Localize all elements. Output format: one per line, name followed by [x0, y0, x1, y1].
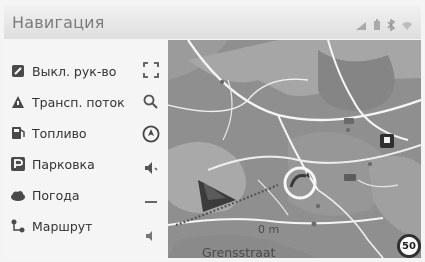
- sidebar-item-label: Трансп. поток: [32, 94, 125, 110]
- weather-icon: [10, 187, 26, 203]
- sidebar-item-traffic[interactable]: Трансп. поток: [10, 90, 125, 114]
- compass-icon[interactable]: [141, 124, 161, 144]
- sidebar-item-parking[interactable]: Парковка: [10, 152, 95, 176]
- sidebar-item-route[interactable]: Маршрут: [10, 214, 92, 238]
- speed-limit-sign: 50: [397, 234, 421, 258]
- battery-icon: [373, 16, 381, 35]
- sidebar-item-label: Выкл. рук-во: [32, 63, 117, 79]
- wifi-icon: [401, 16, 413, 35]
- header-bar: Навигация: [4, 5, 421, 39]
- search-icon[interactable]: [141, 92, 161, 112]
- sidebar-item-label: Погода: [32, 187, 80, 203]
- guidance-off-icon: [10, 63, 26, 79]
- sidebar-item-guidance-off[interactable]: Выкл. рук-во: [10, 59, 116, 83]
- route-icon: [10, 218, 26, 234]
- sidebar-item-weather[interactable]: Погода: [10, 183, 80, 207]
- more-icon[interactable]: [141, 192, 161, 212]
- map-view[interactable]: [168, 40, 421, 258]
- status-icons: [355, 16, 413, 35]
- navigation-screen: Навигация Выкл. рук-во Трансп. поток Топ…: [0, 0, 425, 262]
- sidebar-item-label: Топливо: [32, 125, 87, 141]
- expand-icon[interactable]: [141, 60, 161, 80]
- sidebar-item-label: Маршрут: [32, 218, 93, 234]
- distance-to-turn: 0 m: [258, 223, 280, 236]
- sidebar-item-fuel[interactable]: Топливо: [10, 121, 87, 145]
- fuel-icon: [10, 125, 26, 141]
- parking-icon: [10, 156, 26, 172]
- signal-icon: [355, 16, 367, 35]
- page-title: Навигация: [12, 13, 105, 32]
- traffic-icon: [10, 94, 26, 110]
- speaker-icon[interactable]: [141, 158, 161, 178]
- map-tools: [134, 40, 168, 258]
- street-name: Grensstraat: [202, 245, 276, 260]
- sidebar-menu: Выкл. рук-во Трансп. поток Топливо Парко…: [4, 40, 168, 258]
- bluetooth-icon: [387, 16, 396, 35]
- volume-icon[interactable]: [141, 226, 161, 246]
- sidebar-item-label: Парковка: [32, 156, 95, 172]
